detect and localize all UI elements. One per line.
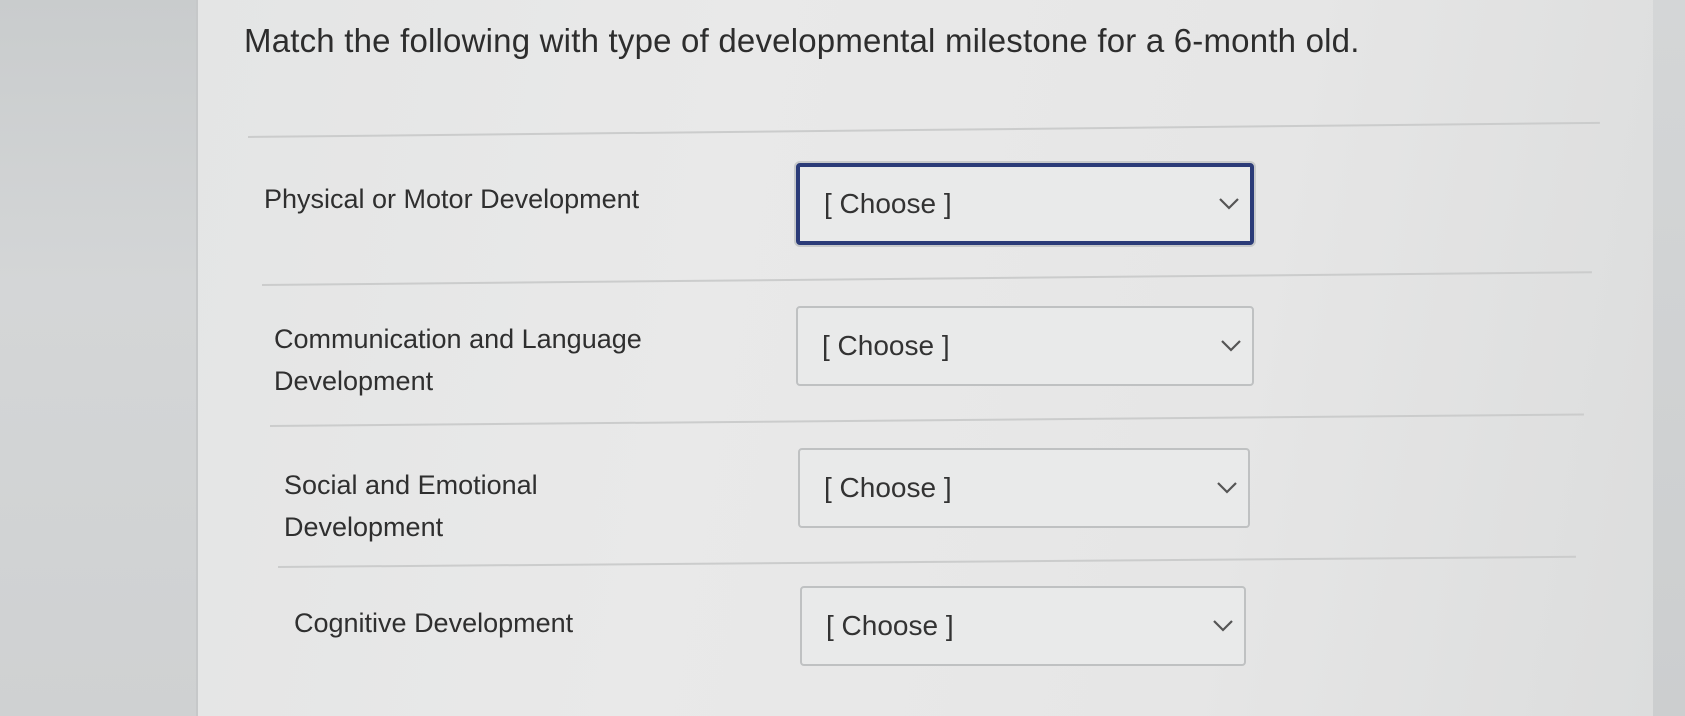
select-value: [ Choose ] — [822, 330, 950, 361]
row-label-social-emotional: Social and Emotional Development — [284, 470, 538, 542]
chevron-down-icon — [1219, 198, 1239, 210]
physical-motor-select[interactable]: [ Choose ] — [796, 163, 1254, 245]
select-value: [ Choose ] — [824, 188, 952, 219]
background-left — [0, 0, 196, 716]
question-text: Match the following with type of develop… — [244, 22, 1360, 59]
social-emotional-select[interactable]: [ Choose ] — [798, 448, 1250, 528]
row-label-communication-language: Communication and Language Development — [274, 324, 642, 396]
communication-language-select[interactable]: [ Choose ] — [796, 306, 1254, 386]
chevron-down-icon — [1213, 620, 1233, 632]
chevron-down-icon — [1217, 482, 1237, 494]
chevron-down-icon — [1221, 340, 1241, 352]
row-label-cognitive: Cognitive Development — [294, 608, 574, 638]
select-value: [ Choose ] — [826, 610, 954, 641]
background-right — [1649, 0, 1685, 716]
select-value: [ Choose ] — [824, 472, 952, 503]
cognitive-select[interactable]: [ Choose ] — [800, 586, 1246, 666]
row-label-physical-motor: Physical or Motor Development — [264, 184, 640, 214]
